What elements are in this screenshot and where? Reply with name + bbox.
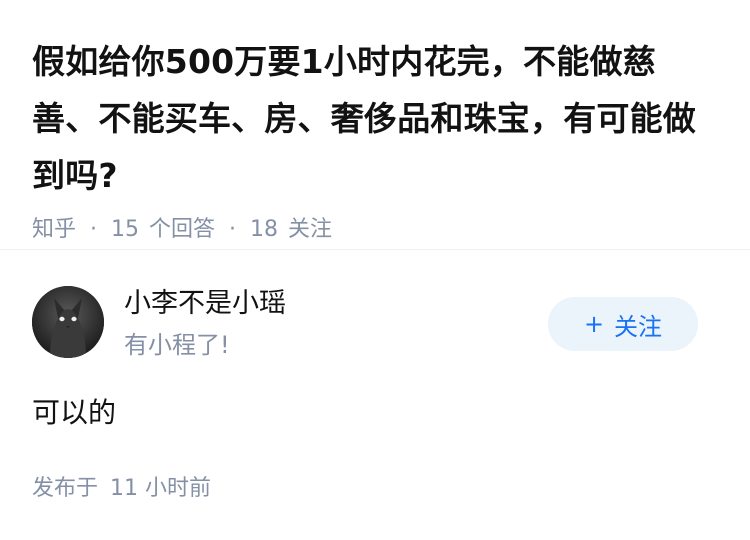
- follow-count: 18: [250, 217, 279, 242]
- follow-button-label: 关注: [614, 312, 663, 341]
- meta-separator: ·: [90, 217, 98, 242]
- author-name[interactable]: 小李不是小瑶: [124, 287, 286, 321]
- published-time: 11 小时前: [110, 476, 212, 501]
- answer-timestamp: 发布于 11 小时前: [32, 474, 211, 504]
- question-meta: 知乎 · 15 个回答 · 18 关注: [32, 215, 718, 245]
- published-label: 发布于: [32, 476, 99, 501]
- follow-button[interactable]: + 关注: [548, 297, 698, 351]
- author-bio: 有小程了!: [124, 331, 230, 359]
- plus-icon: +: [583, 310, 605, 338]
- meta-separator: ·: [229, 217, 237, 242]
- follow-count-label: 关注: [288, 217, 333, 242]
- question-title[interactable]: 假如给你500万要1小时内花完，不能做慈善、不能买车、房、奢侈品和珠宝，有可能做…: [32, 33, 722, 204]
- zhihu-answer-page: 假如给你500万要1小时内花完，不能做慈善、不能买车、房、奢侈品和珠宝，有可能做…: [0, 0, 750, 540]
- answer-count: 15: [111, 217, 140, 242]
- answer-count-label: 个回答: [149, 217, 216, 242]
- cat-avatar-icon[interactable]: [32, 286, 104, 358]
- source-label[interactable]: 知乎: [32, 215, 76, 245]
- question-header: 假如给你500万要1小时内花完，不能做慈善、不能买车、房、奢侈品和珠宝，有可能做…: [0, 0, 750, 250]
- answer-content[interactable]: 可以的: [32, 395, 116, 431]
